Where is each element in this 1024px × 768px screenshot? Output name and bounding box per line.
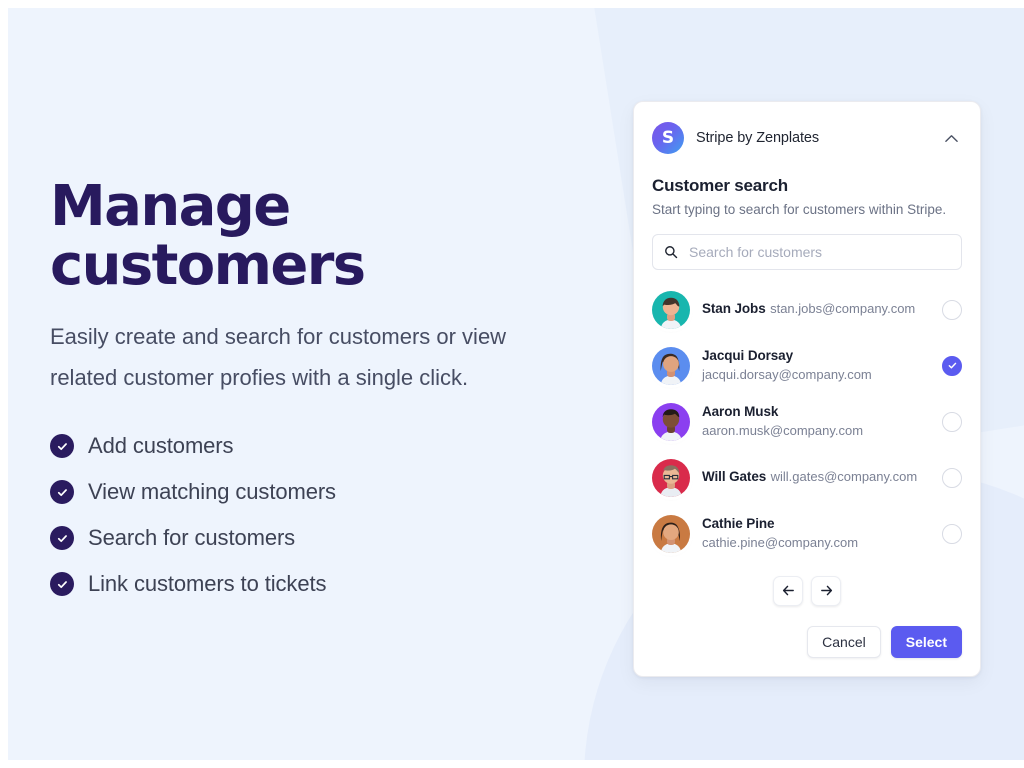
customer-email: aaron.musk@company.com [702,422,864,438]
pagination-prev-button[interactable] [773,575,803,606]
avatar [652,514,690,553]
pagination-next-button[interactable] [811,575,841,606]
avatar [652,458,690,497]
avatar [652,346,690,385]
customer-radio[interactable] [942,411,962,432]
screenshot-root: Manage customers Easily create and searc… [0,0,1024,768]
cancel-button[interactable]: Cancel [807,625,881,658]
customer-email: jacqui.dorsay@company.com [702,366,872,382]
customer-search-card: S Stripe by Zenplates Customer search St… [633,101,981,677]
customer-name: Stan Jobs [702,301,766,317]
arrow-right-icon [820,585,832,596]
list-item: Search for customers [50,525,590,551]
search-icon [665,245,678,258]
hero-subtitle: Easily create and search for customers o… [50,323,507,391]
arrow-left-icon [782,585,794,596]
select-button[interactable]: Select [890,625,962,658]
customer-email: stan.jobs@company.com [770,301,916,317]
section-description: Start typing to search for customers wit… [652,202,947,217]
avatar [652,402,690,441]
check-icon [948,362,956,369]
list-item: Link customers to tickets [50,571,590,597]
customer-info: Stan Jobs stan.jobs@company.com [702,300,930,318]
customer-name: Aaron Musk [702,404,779,420]
customer-list: Stan Jobs stan.jobs@company.com Jacqui D… [652,282,962,562]
feature-label: Search for customers [88,525,296,551]
list-item[interactable]: Will Gates will.gates@company.com [652,450,962,506]
list-item[interactable]: Stan Jobs stan.jobs@company.com [652,282,962,338]
customer-radio[interactable] [942,523,962,544]
card-header: S Stripe by Zenplates [652,118,962,166]
pagination [652,575,962,606]
customer-info: Will Gates will.gates@company.com [702,468,930,486]
page-canvas: Manage customers Easily create and searc… [8,8,1024,760]
feature-label: View matching customers [88,479,336,505]
customer-email: will.gates@company.com [770,469,918,485]
customer-radio[interactable] [942,299,962,320]
hero-section: Manage customers Easily create and searc… [50,174,590,617]
customer-name: Cathie Pine [702,516,775,532]
search-field-wrapper[interactable] [652,233,962,270]
customer-radio-selected[interactable] [942,355,962,376]
list-item: Add customers [50,433,590,459]
customer-info: Cathie Pine cathie.pine@company.com [702,515,930,551]
feature-label: Link customers to tickets [88,571,327,597]
stripe-logo-icon: S [652,122,684,154]
customer-name: Will Gates [702,469,767,485]
section-title: Customer search [652,176,788,195]
search-input[interactable] [687,242,950,261]
check-circle-icon [50,434,74,459]
list-item: View matching customers [50,479,590,505]
customer-email: cathie.pine@company.com [702,534,859,550]
check-circle-icon [50,572,74,597]
chevron-up-icon[interactable] [940,127,962,149]
feature-list: Add customers View matching customers Se… [50,433,590,597]
app-title: Stripe by Zenplates [696,130,820,146]
list-item[interactable]: Aaron Musk aaron.musk@company.com [652,394,962,450]
list-item[interactable]: Jacqui Dorsay jacqui.dorsay@company.com [652,338,962,394]
page-title: Manage customers [50,174,366,298]
customer-name: Jacqui Dorsay [702,348,793,364]
avatar [652,290,690,329]
customer-radio[interactable] [942,467,962,488]
card-actions: Cancel Select [652,625,962,658]
feature-label: Add customers [88,433,234,459]
list-item[interactable]: Cathie Pine cathie.pine@company.com [652,506,962,562]
customer-info: Aaron Musk aaron.musk@company.com [702,403,930,439]
customer-info: Jacqui Dorsay jacqui.dorsay@company.com [702,347,930,383]
check-circle-icon [50,526,74,551]
check-circle-icon [50,480,74,505]
